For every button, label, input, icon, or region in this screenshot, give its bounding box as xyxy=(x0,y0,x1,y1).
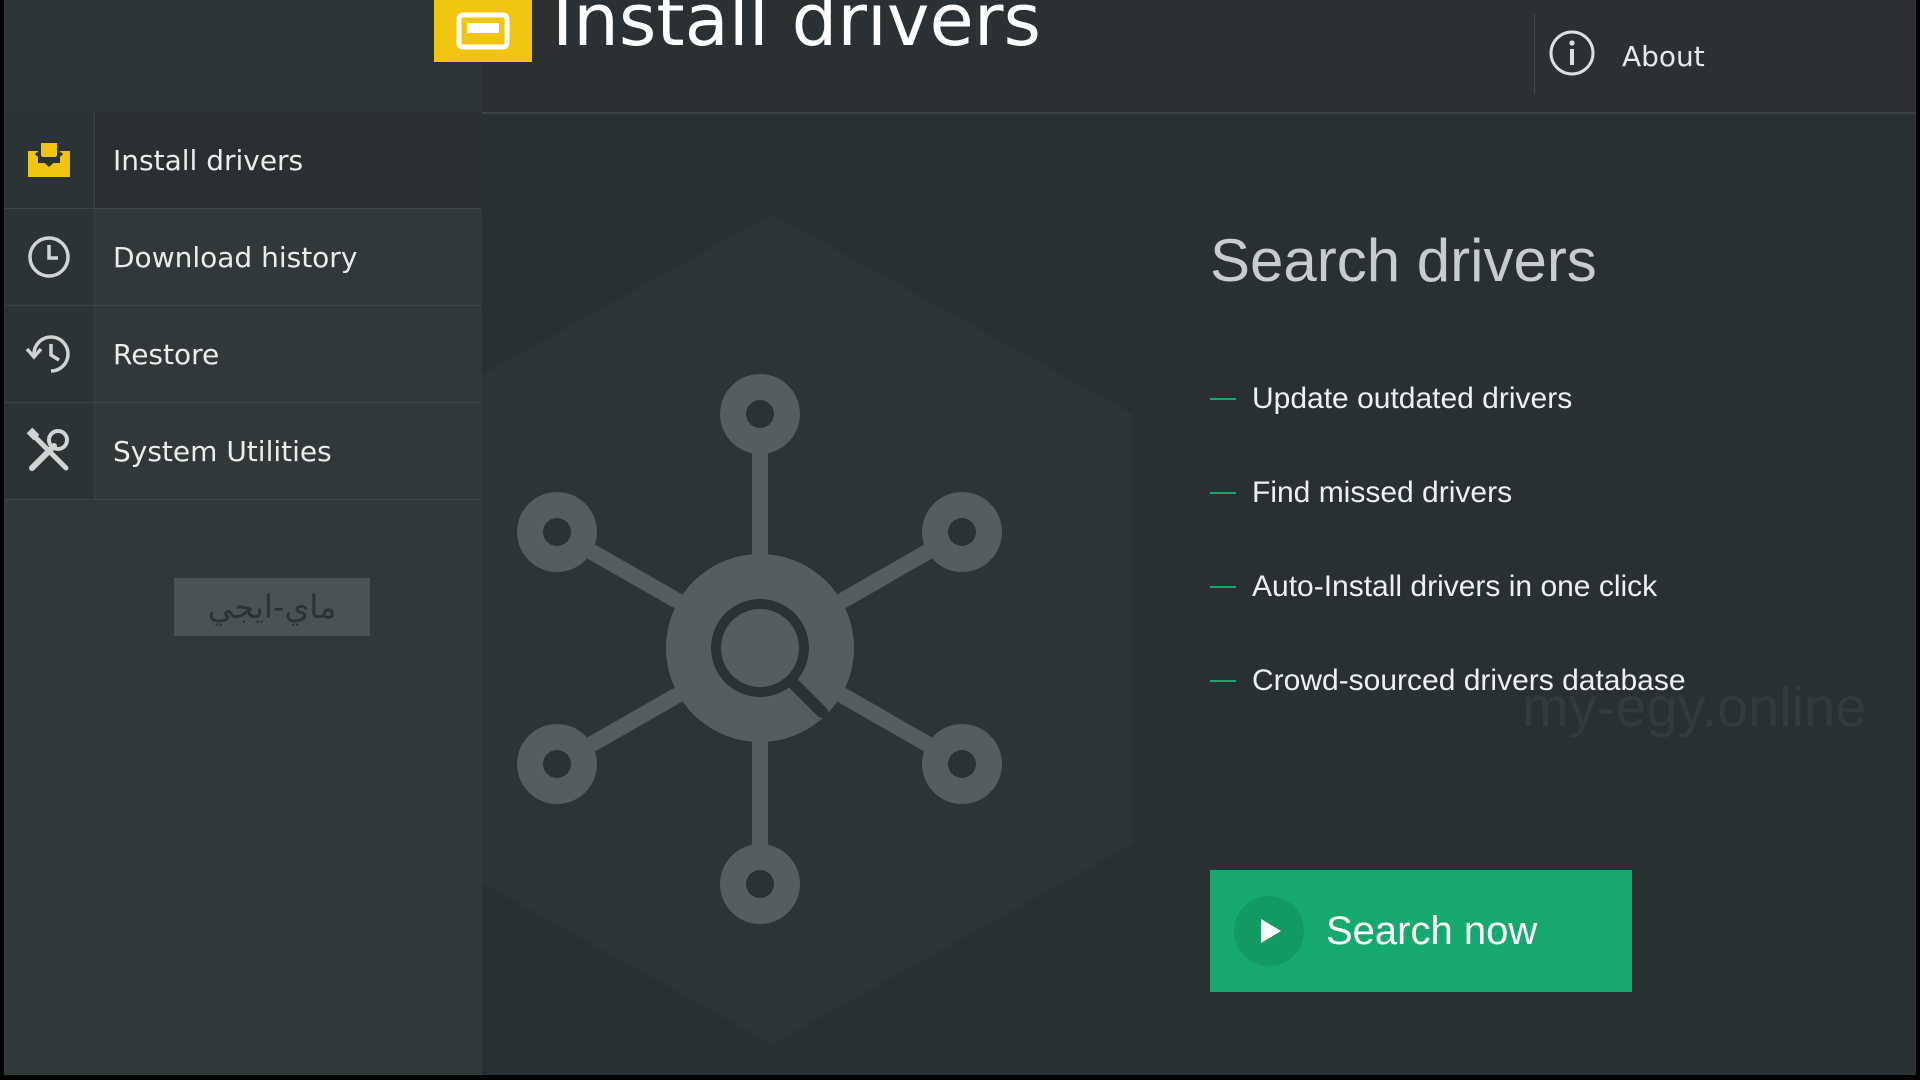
watermark-tag: ماي-ايجي xyxy=(174,578,370,636)
list-item: Crowd-sourced drivers database xyxy=(1210,634,1686,728)
list-item: Find missed drivers xyxy=(1210,446,1686,540)
sidebar-item-label: Install drivers xyxy=(113,143,304,177)
tools-icon xyxy=(4,403,95,499)
search-now-label: Search now xyxy=(1326,908,1538,953)
dash-icon xyxy=(1210,680,1236,682)
sidebar-item-install-drivers[interactable]: Install drivers xyxy=(4,112,482,209)
header-divider xyxy=(1534,14,1535,94)
driver-network-illustration xyxy=(482,214,1132,1044)
search-drivers-heading: Search drivers xyxy=(1210,227,1597,294)
list-item: Update outdated drivers xyxy=(1210,352,1686,446)
play-icon xyxy=(1234,896,1304,966)
sidebar-item-system-utilities[interactable]: System Utilities xyxy=(4,403,482,500)
sidebar-item-label: Restore xyxy=(113,337,220,371)
about-label: About xyxy=(1622,39,1705,73)
sidebar: Install drivers Download history Restore xyxy=(4,112,482,1075)
about-button[interactable]: About xyxy=(1548,30,1705,82)
tray-icon xyxy=(434,0,532,62)
search-now-button[interactable]: Search now xyxy=(1210,870,1632,992)
app-window: Install drivers About Install drivers Do… xyxy=(4,0,1916,1075)
header-left-panel xyxy=(4,0,482,112)
dash-icon xyxy=(1210,398,1236,400)
clock-icon xyxy=(4,209,95,305)
feature-list: Update outdated drivers Find missed driv… xyxy=(1210,352,1686,728)
dash-icon xyxy=(1210,492,1236,494)
history-icon xyxy=(4,306,95,402)
dash-icon xyxy=(1210,586,1236,588)
tray-icon xyxy=(4,112,95,208)
page-title: Install drivers xyxy=(552,0,1041,62)
info-icon xyxy=(1548,29,1596,84)
list-item: Auto-Install drivers in one click xyxy=(1210,540,1686,634)
main-panel: my-egy.online xyxy=(482,114,1916,1075)
sidebar-item-label: Download history xyxy=(113,240,358,274)
sidebar-item-label: System Utilities xyxy=(113,434,332,468)
sidebar-item-download-history[interactable]: Download history xyxy=(4,209,482,306)
sidebar-item-restore[interactable]: Restore xyxy=(4,306,482,403)
